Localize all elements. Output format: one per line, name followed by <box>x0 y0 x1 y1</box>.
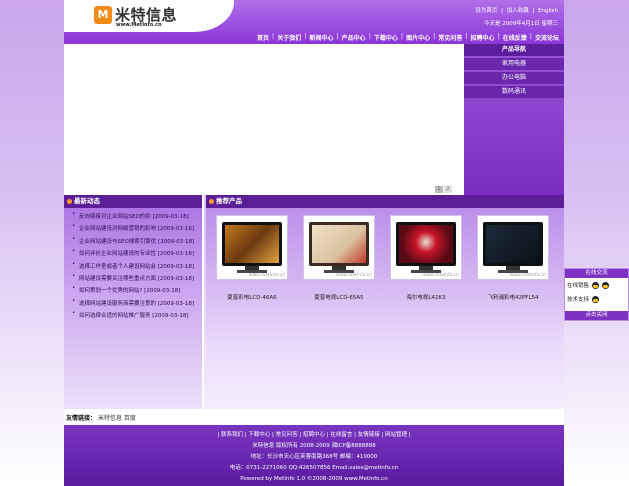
banner-dot-1[interactable]: 1 <box>435 186 443 193</box>
nav-images[interactable]: 图片中心 <box>403 33 433 43</box>
separator: | <box>501 8 503 14</box>
product-image[interactable]: www.metinfo.cn <box>477 215 549 280</box>
news-item[interactable]: 如何选择合适的网站推广服务 [2009-03-18] <box>72 310 202 323</box>
nav-news[interactable]: 新闻中心 <box>306 33 336 43</box>
close-service-button[interactable]: 点击关闭 <box>565 311 628 320</box>
watermark: www.metinfo.cn <box>335 273 372 278</box>
banner: 1 2 <box>64 44 464 195</box>
product-card[interactable]: www.metinfo.cn 夏普彩电LCD-46A6 <box>216 215 288 301</box>
footer-contact: 电话：0731-2271060 QQ:426507856 Email:sales… <box>229 465 399 471</box>
qq-icon[interactable] <box>602 281 610 289</box>
news-title: 最新动态 <box>64 195 202 208</box>
friend-link[interactable]: 百度 <box>124 415 136 422</box>
footer-powered: Powered by MetInfo 1.0 ©2008-2009 www.Me… <box>240 476 388 482</box>
footer-links[interactable]: | 联系我们 | 下载中心 | 常见问答 | 招聘中心 | 在线留言 | 友情链… <box>64 430 564 441</box>
product-name[interactable]: 飞利浦彩电42PFL54 <box>477 293 549 301</box>
product-name[interactable]: 夏普彩电LCD-46A6 <box>216 293 288 301</box>
service-row[interactable]: 在线销售 <box>565 278 628 292</box>
logo[interactable]: M 米特信息 www.MetInfo.cn <box>64 0 234 32</box>
product-nav-item[interactable]: 家用电器 <box>464 58 564 70</box>
friend-links: 友情链接： 米特信息 百度 <box>64 409 564 425</box>
product-nav-item[interactable]: 办公电脑 <box>464 72 564 84</box>
separator: | <box>532 8 535 14</box>
nav-feedback[interactable]: 在线反馈 <box>500 33 530 43</box>
footer-address: 地址：长沙市天心区芙蓉南路368号 邮编：410000 <box>250 454 378 460</box>
news-item[interactable]: 如何评价企业网站建设的专业性 [2009-03-18] <box>72 248 202 261</box>
news-list: 反向链接对企业网站SEO的影 [2009-03-18] 企业网站建设对网络营销的… <box>64 208 202 324</box>
product-nav: 产品导航 家用电器 办公电脑 数码通讯 <box>464 44 564 195</box>
watermark: www.metinfo.cn <box>248 273 285 278</box>
nav-faq[interactable]: 常见问答 <box>435 33 465 43</box>
news-item[interactable]: 网站建设需要关注哪些重点方面 [2009-03-18] <box>72 273 202 286</box>
service-row[interactable]: 技术支持 <box>565 292 628 306</box>
news-item[interactable]: 反向链接对企业网站SEO的影 [2009-03-18] <box>72 211 202 224</box>
friend-links-label: 友情链接： <box>66 415 97 422</box>
news-item[interactable]: 如何策划一个优秀的网站? [2009-03-18] <box>72 285 202 298</box>
nav-about[interactable]: 关于我们 <box>274 33 304 43</box>
news-item[interactable]: 企业网站建设与SEO搜索引擎优 [2009-03-18] <box>72 236 202 249</box>
product-image[interactable]: www.metinfo.cn <box>390 215 462 280</box>
watermark: www.metinfo.cn <box>422 273 459 278</box>
news-item[interactable]: 选择工作室或者个人建设网站会 [2009-03-18] <box>72 261 202 274</box>
add-favorite-link[interactable]: 加入收藏 <box>507 8 529 14</box>
friend-link[interactable]: 米特信息 <box>98 415 122 422</box>
qq-icon[interactable] <box>592 295 600 303</box>
logo-url: www.MetInfo.cn <box>116 22 162 28</box>
nav-downloads[interactable]: 下载中心 <box>371 33 401 43</box>
footer: | 联系我们 | 下载中心 | 常见问答 | 招聘中心 | 在线留言 | 友情链… <box>64 425 564 486</box>
qq-icon[interactable] <box>592 281 600 289</box>
page: M 米特信息 www.MetInfo.cn 设为首页 | 加入收藏 | Engl… <box>64 0 564 486</box>
product-image[interactable]: www.metinfo.cn <box>303 215 375 280</box>
date-text: 今天是 2009年4月1日 星期三 <box>484 21 558 27</box>
product-name[interactable]: 海尔电视L42K3 <box>390 293 462 301</box>
product-image[interactable]: www.metinfo.cn <box>216 215 288 280</box>
service-title: 在线交流 <box>565 269 628 278</box>
banner-dot-2[interactable]: 2 <box>444 186 452 193</box>
service-label: 在线销售 <box>567 283 590 289</box>
nav-forum[interactable]: 交流论坛 <box>532 33 562 43</box>
news-item[interactable]: 选择网站建设服务商需要注意的 [2009-03-18] <box>72 298 202 311</box>
watermark: www.metinfo.cn <box>509 273 546 278</box>
nav-home[interactable]: 首页 <box>254 33 272 43</box>
product-card[interactable]: www.metinfo.cn 夏普电视LCD-65A5 <box>303 215 375 301</box>
footer-copyright: 米特信息 版权所有 2008-2009 湘ICP备8888888 <box>252 443 376 449</box>
recommended-products: 推荐产品 www.metinfo.cn 夏普彩电LCD-46A6 www.met… <box>206 195 564 409</box>
product-name[interactable]: 夏普电视LCD-65A5 <box>303 293 375 301</box>
online-service-widget: 在线交流 在线销售 技术支持 点击关闭 <box>564 268 629 321</box>
product-card[interactable]: www.metinfo.cn 飞利浦彩电42PFL54 <box>477 215 549 301</box>
set-homepage-link[interactable]: 设为首页 <box>475 8 497 14</box>
nav-jobs[interactable]: 招聘中心 <box>468 33 498 43</box>
product-card[interactable]: www.metinfo.cn 海尔电视L42K3 <box>390 215 462 301</box>
news-panel: 最新动态 反向链接对企业网站SEO的影 [2009-03-18] 企业网站建设对… <box>64 195 204 409</box>
top-links: 设为首页 | 加入收藏 | English <box>473 6 558 14</box>
product-nav-item[interactable]: 数码通讯 <box>464 86 564 98</box>
products-title: 推荐产品 <box>206 195 564 208</box>
product-grid: www.metinfo.cn 夏普彩电LCD-46A6 www.metinfo.… <box>216 215 549 301</box>
banner-pager: 1 2 <box>435 186 452 193</box>
news-item[interactable]: 企业网站建设对网络营销的影响 [2009-03-18] <box>72 223 202 236</box>
logo-badge-icon: M <box>94 6 112 24</box>
service-label: 技术支持 <box>567 297 590 303</box>
english-link[interactable]: English <box>538 8 558 14</box>
header: M 米特信息 www.MetInfo.cn 设为首页 | 加入收藏 | Engl… <box>64 0 564 44</box>
product-nav-title: 产品导航 <box>464 44 564 56</box>
main-nav: 首页 | 关于我们 | 新闻中心 | 产品中心 | 下载中心 | 图片中心 | 常见问答 | … <box>254 33 562 43</box>
nav-products[interactable]: 产品中心 <box>339 33 369 43</box>
